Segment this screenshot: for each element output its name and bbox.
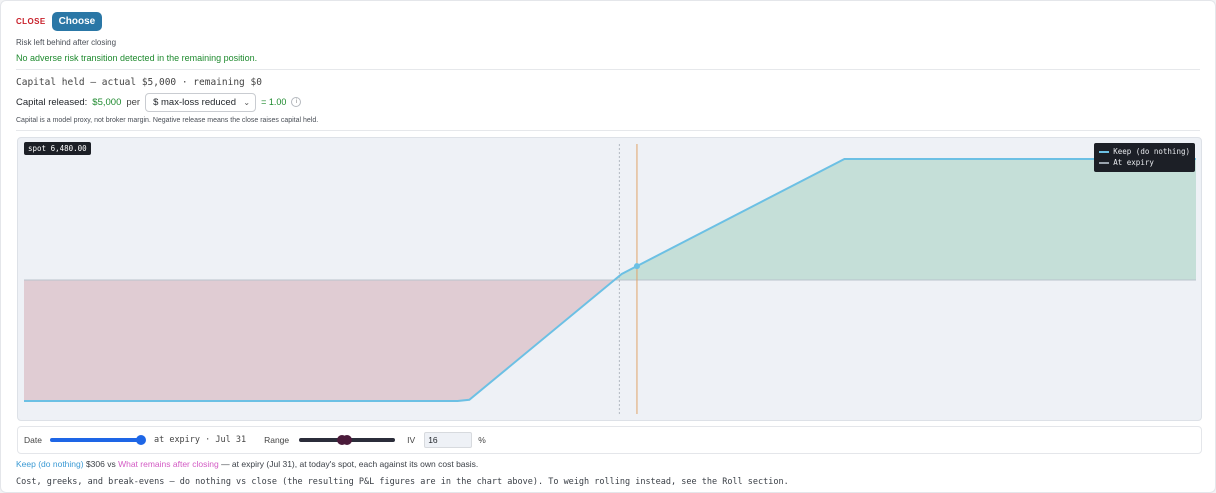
- risk-status: No adverse risk transition detected in t…: [16, 53, 258, 63]
- chevron-down-icon: ⌄: [243, 97, 251, 107]
- risk-label: Risk left behind after closing: [16, 38, 117, 47]
- footer-note: Cost, greeks, and break-evens — do nothi…: [16, 477, 789, 487]
- legend-solid-swatch: [1099, 150, 1110, 153]
- keep-link[interactable]: Keep (do nothing): [16, 459, 84, 469]
- scenario-controls: Date at expiry · Jul 31 Range IV %: [17, 426, 1202, 454]
- capital-released-value: $5,000: [92, 96, 122, 108]
- capital-held-line: Capital held — actual $5,000 · remaining…: [16, 77, 262, 88]
- date-slider-thumb[interactable]: [135, 435, 146, 445]
- capital-proxy-note: Capital is a model proxy, not broker mar…: [16, 117, 319, 124]
- legend-dashed-swatch: [1099, 161, 1110, 164]
- close-header: CLOSE Choose: [16, 12, 103, 31]
- comparison-line: Keep (do nothing) $306 vs What remains a…: [16, 459, 478, 469]
- keep-value: $306 vs: [83, 459, 119, 469]
- comparison-suffix: — at expiry (Jul 31), at today's spot, e…: [218, 459, 479, 469]
- spot-marker: [633, 263, 640, 270]
- legend-item-expiry: At expiry: [1099, 157, 1190, 168]
- divider: [16, 69, 1200, 70]
- choose-button[interactable]: Choose: [51, 12, 103, 31]
- expiry-text: at expiry · Jul 31: [153, 435, 247, 445]
- capital-released-row: Capital released: $5,000 per $ max-loss …: [16, 92, 302, 112]
- profit-area: [614, 159, 1196, 280]
- basis-select[interactable]: $ max-loss reduced ⌄: [145, 92, 257, 112]
- close-panel: CLOSE Choose Risk left behind after clos…: [0, 0, 1216, 493]
- spot-badge: spot 6,480.00: [24, 142, 91, 155]
- range-slider-thumb-high[interactable]: [342, 435, 353, 445]
- range-label: Range: [264, 435, 290, 445]
- per-label: per: [126, 96, 141, 108]
- percent-label: %: [478, 435, 486, 445]
- chart-legend: Keep (do nothing) At expiry: [1094, 143, 1195, 172]
- basis-select-value: $ max-loss reduced: [153, 96, 236, 108]
- legend-item-keep: Keep (do nothing): [1099, 146, 1190, 157]
- payoff-chart-svg: [24, 144, 1196, 414]
- divider: [16, 130, 1200, 131]
- date-label: Date: [24, 435, 42, 445]
- legend-label: At expiry: [1113, 158, 1154, 167]
- legend-label: Keep (do nothing): [1113, 147, 1190, 156]
- iv-label: IV: [407, 435, 416, 445]
- payoff-chart[interactable]: spot 6,480.00 Keep (do nothing) At expir…: [17, 137, 1202, 421]
- date-slider-track: [49, 438, 144, 442]
- release-ratio: = 1.00: [261, 97, 287, 107]
- info-icon[interactable]: i: [291, 97, 302, 107]
- date-slider[interactable]: [49, 435, 146, 445]
- range-slider[interactable]: [299, 435, 396, 445]
- loss-area: [24, 280, 615, 401]
- remains-link[interactable]: What remains after closing: [118, 459, 219, 469]
- iv-input[interactable]: [424, 432, 473, 448]
- close-tag: CLOSE: [16, 17, 46, 26]
- capital-released-label: Capital released:: [16, 96, 88, 108]
